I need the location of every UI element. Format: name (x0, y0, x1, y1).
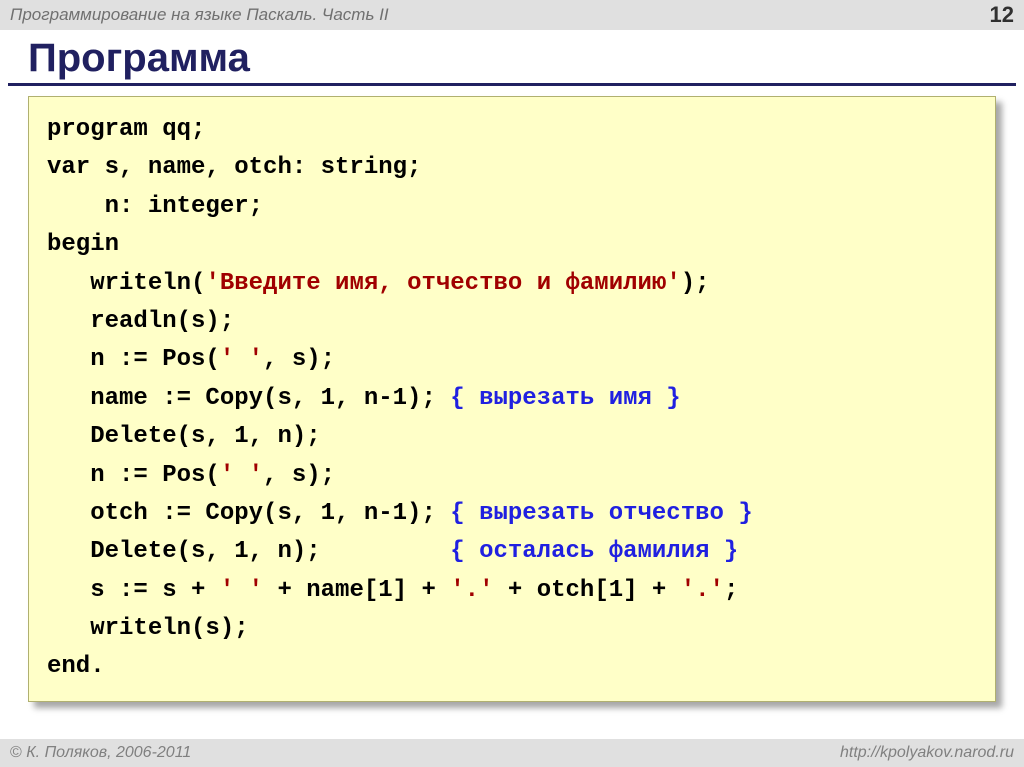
code-line-5b: ); (681, 270, 710, 297)
code-line-13c: + otch[1] + (494, 577, 681, 604)
code-line-7a: n := Pos( (47, 346, 220, 373)
footer-copyright: © К. Поляков, 2006-2011 (10, 744, 191, 762)
code-line-5-string: 'Введите имя, отчество и фамилию' (205, 270, 680, 297)
header-bar: Программирование на языке Паскаль. Часть… (0, 0, 1024, 30)
footer-copyright-text: К. Поляков, 2006-2011 (22, 744, 192, 761)
code-line-12a: Delete(s, 1, n); (47, 538, 450, 565)
slide: Программирование на языке Паскаль. Часть… (0, 0, 1024, 767)
code-line-11a: otch := Copy(s, 1, n-1); (47, 500, 450, 527)
code-line-13a: s := s + (47, 577, 220, 604)
code-line-13-s3: '.' (681, 577, 724, 604)
code-line-9: Delete(s, 1, n); (47, 423, 321, 450)
code-line-10-string: ' ' (220, 462, 263, 489)
code-line-8a: name := Copy(s, 1, n-1); (47, 385, 450, 412)
code-line-13-s2: '.' (450, 577, 493, 604)
code-line-8-comment: { вырезать имя } (450, 385, 680, 412)
code-wrapper: program qq; var s, name, otch: string; n… (28, 96, 996, 702)
code-line-2: var s, name, otch: string; (47, 154, 421, 181)
heading-rule (8, 83, 1016, 86)
header-title: Программирование на языке Паскаль. Часть… (10, 5, 389, 25)
code-line-14: writeln(s); (47, 615, 249, 642)
code-line-7b: , s); (263, 346, 335, 373)
code-line-5a: writeln( (47, 270, 205, 297)
slide-heading: Программа (28, 36, 1024, 81)
code-line-13b: + name[1] + (263, 577, 450, 604)
code-line-15: end. (47, 653, 105, 680)
code-line-4: begin (47, 231, 119, 258)
page-number: 12 (990, 2, 1014, 28)
code-line-11-comment: { вырезать отчество } (450, 500, 752, 527)
code-block: program qq; var s, name, otch: string; n… (28, 96, 996, 702)
code-line-13-s1: ' ' (220, 577, 263, 604)
code-line-10b: , s); (263, 462, 335, 489)
footer-bar: © К. Поляков, 2006-2011 http://kpolyakov… (0, 739, 1024, 767)
code-line-13d: ; (724, 577, 738, 604)
footer-url: http://kpolyakov.narod.ru (840, 744, 1014, 762)
code-line-10a: n := Pos( (47, 462, 220, 489)
code-line-7-string: ' ' (220, 346, 263, 373)
code-line-6: readln(s); (47, 308, 234, 335)
code-line-12-comment: { осталась фамилия } (450, 538, 738, 565)
copyright-icon: © (10, 744, 22, 761)
code-line-1: program qq; (47, 116, 205, 143)
code-line-3: n: integer; (47, 193, 263, 220)
